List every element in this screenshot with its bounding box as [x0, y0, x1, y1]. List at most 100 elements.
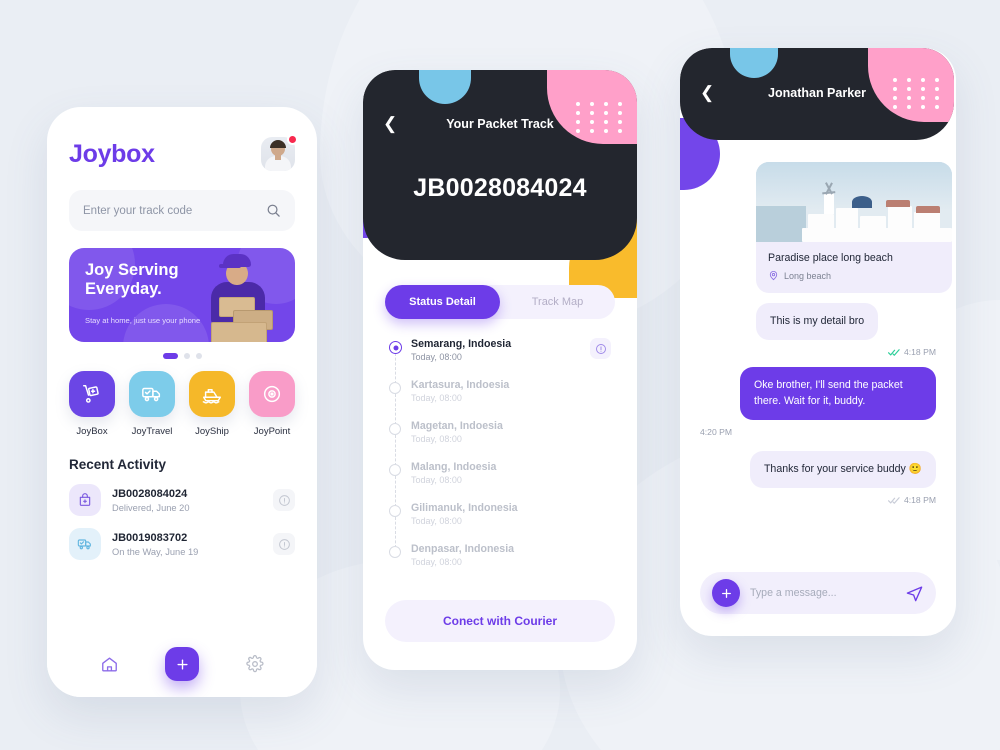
connect-with-courier-button[interactable]: Conect with Courier: [385, 600, 615, 642]
image-message-card[interactable]: Paradise place long beach Long beach: [756, 162, 952, 293]
category-label: JoyShip: [195, 426, 229, 437]
message-bubble-incoming[interactable]: This is my detail bro: [756, 303, 879, 341]
timeline-item[interactable]: Magetan, Indoesia Today, 08:00: [389, 420, 611, 466]
category-item-joypoint[interactable]: JoyPoint: [249, 371, 295, 437]
timeline-time: Today, 08:00: [411, 475, 462, 485]
avatar[interactable]: [261, 134, 298, 171]
search-input-wrapper[interactable]: [69, 190, 295, 231]
plus-icon: [177, 658, 188, 670]
decor-blob-blue: [730, 48, 778, 78]
activity-text: JB0019083702 On the Way, June 19: [112, 532, 262, 557]
packet-track-screen: ❮ Your Packet Track JB0028084024 Status …: [363, 70, 637, 670]
back-button[interactable]: ❮: [700, 84, 714, 101]
tracking-number: JB0028084024: [413, 174, 587, 202]
category-icon-tile[interactable]: [69, 371, 115, 417]
image-card-title: Paradise place long beach: [768, 252, 893, 264]
category-label: JoyTravel: [131, 426, 173, 437]
app-showcase-canvas: Joybox Joy Serving: [0, 0, 1000, 750]
tab-status-detail[interactable]: Status Detail: [385, 285, 500, 319]
category-item-joybox[interactable]: JoyBox: [69, 371, 115, 437]
timestamp-text: 4:18 PM: [903, 347, 936, 358]
add-button[interactable]: [165, 647, 200, 681]
home-icon[interactable]: [100, 655, 119, 674]
timeline-item[interactable]: Denpasar, Indonesia Today, 08:00: [389, 543, 611, 584]
message-list: Paradise place long beach Long beach Thi…: [680, 140, 956, 564]
timeline-dot-active: [389, 341, 402, 354]
promo-banner[interactable]: Joy Serving Everyday. Stay at home, just…: [69, 248, 295, 342]
timeline-dot: [389, 464, 401, 476]
location-label: Long beach: [784, 270, 832, 281]
attach-button[interactable]: [712, 579, 740, 607]
home-screen: Joybox Joy Serving: [47, 107, 317, 697]
category-icon-tile[interactable]: [249, 371, 295, 417]
activity-icon-tile: [69, 484, 101, 516]
message-timestamp: 4:18 PM: [700, 495, 936, 505]
message-bubble-incoming[interactable]: Thanks for your service buddy 🙂: [749, 451, 936, 489]
timeline-text: Semarang, Indoesia Today, 08:00: [411, 338, 590, 362]
handtruck-icon: [83, 385, 99, 403]
tracking-timeline: Semarang, Indoesia Today, 08:00 Kartasur…: [389, 338, 611, 584]
timeline-item[interactable]: Semarang, Indoesia Today, 08:00: [389, 338, 611, 384]
message-bubble-outgoing[interactable]: Oke brother, I'll send the packet there.…: [740, 367, 936, 421]
timeline-dot: [389, 505, 401, 517]
timeline-time: Today, 08:00: [411, 393, 462, 403]
category-item-joyship[interactable]: JoyShip: [189, 371, 235, 437]
category-icon-tile[interactable]: [189, 371, 235, 417]
double-check-icon: [887, 497, 900, 504]
banner-subtitle: Stay at home, just use your phone: [85, 316, 201, 325]
activity-row[interactable]: JB0028084024 Delivered, June 20: [47, 472, 317, 516]
photo-windmill: [824, 192, 834, 214]
activity-status: On the Way, June 19: [112, 546, 199, 557]
parcel-box: [211, 322, 267, 342]
category-label: JoyPoint: [253, 426, 291, 437]
tab-track-map[interactable]: Track Map: [500, 285, 615, 319]
timeline-info-button[interactable]: [590, 338, 611, 359]
activity-status: Delivered, June 20: [112, 502, 190, 513]
timeline-place: Semarang, Indoesia: [411, 338, 512, 350]
back-button[interactable]: ❮: [383, 115, 397, 132]
timeline-text: Malang, Indoesia Today, 08:00: [411, 461, 611, 485]
activity-info-button[interactable]: [273, 489, 295, 511]
info-icon: [595, 343, 606, 354]
header-title: Your Packet Track: [446, 117, 554, 131]
bottom-navigation-bar: [47, 631, 317, 697]
photo-building: [802, 228, 952, 242]
gear-icon[interactable]: [246, 655, 264, 673]
location-photo: [756, 162, 952, 242]
category-shortcuts: JoyBox JoyTravel JoyShip JoyPoint: [47, 359, 317, 437]
info-icon: [278, 494, 290, 506]
delivery-truck-icon: [142, 387, 161, 402]
message-row: This is my detail bro: [700, 303, 936, 341]
app-brand-title: Joybox: [69, 139, 155, 168]
activity-row[interactable]: JB0019083702 On the Way, June 19: [47, 516, 317, 560]
timeline-item[interactable]: Kartasura, Indoesia Today, 08:00: [389, 379, 611, 425]
send-icon[interactable]: [905, 584, 924, 603]
timeline-item[interactable]: Gilimanuk, Indonesia Today, 08:00: [389, 502, 611, 548]
banner-title: Joy Serving Everyday.: [85, 261, 179, 299]
carousel-dot[interactable]: [183, 353, 190, 359]
category-item-joytravel[interactable]: JoyTravel: [129, 371, 175, 437]
timeline-dot: [389, 382, 401, 394]
search-input[interactable]: [83, 204, 258, 217]
info-icon: [278, 538, 290, 550]
contact-name: Jonathan Parker: [768, 86, 866, 100]
banner-title-line1: Joy Serving: [85, 261, 179, 279]
category-label: JoyBox: [76, 426, 108, 437]
ship-icon: [202, 389, 221, 404]
image-card-location: Long beach: [768, 270, 940, 281]
timeline-place: Gilimanuk, Indonesia: [411, 502, 518, 514]
decor-blob-blue: [419, 70, 471, 104]
timestamp-text: 4:20 PM: [700, 427, 733, 438]
activity-info-button[interactable]: [273, 533, 295, 555]
search-icon[interactable]: [266, 203, 281, 218]
carousel-dot-active[interactable]: [162, 353, 178, 359]
timestamp-text: 4:18 PM: [903, 495, 936, 506]
category-icon-tile[interactable]: [129, 371, 175, 417]
carousel-dot[interactable]: [195, 353, 202, 359]
timeline-item[interactable]: Malang, Indoesia Today, 08:00: [389, 461, 611, 507]
activity-code: JB0028084024: [112, 487, 188, 500]
message-input[interactable]: [750, 587, 895, 599]
timeline-time: Today, 08:00: [411, 352, 462, 362]
target-icon: [263, 385, 281, 403]
message-composer: [700, 572, 936, 614]
